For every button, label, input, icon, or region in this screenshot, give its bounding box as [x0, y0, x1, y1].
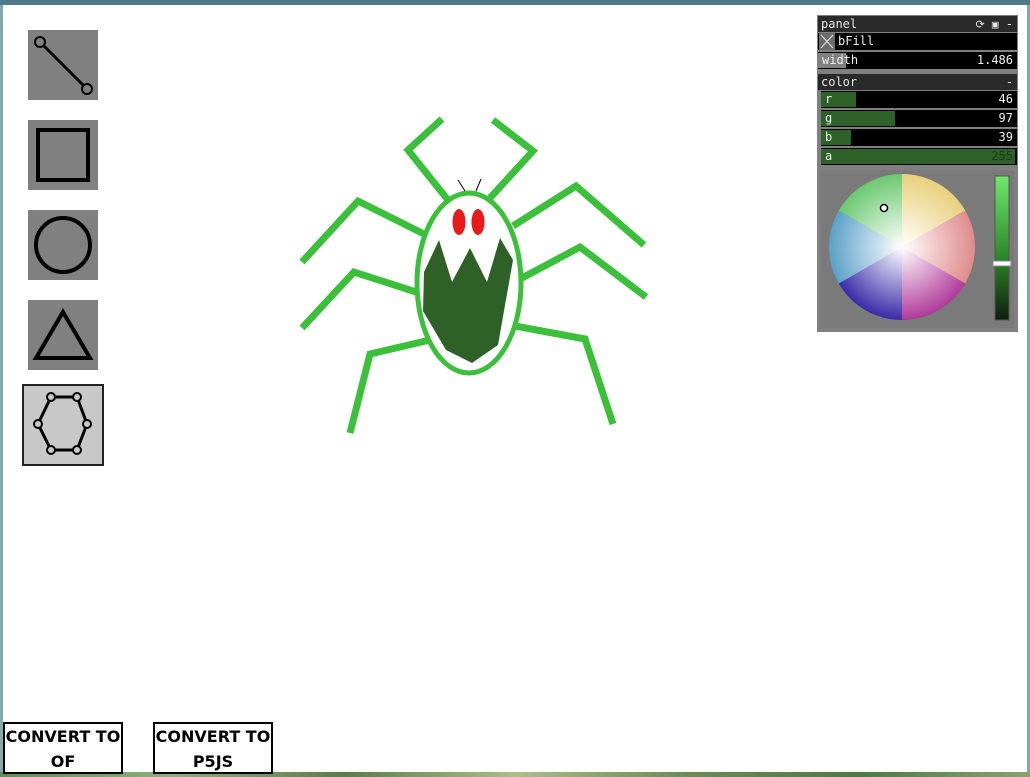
spider-left-leg-1 [299, 196, 426, 265]
convert-to-of-label: CONVERT TO OF [5, 727, 121, 771]
red-value: 46 [998, 92, 1013, 106]
spider-right-leg-3 [514, 322, 617, 426]
green-value: 97 [998, 111, 1013, 125]
width-label: width [822, 53, 859, 67]
panel-title: panel [821, 17, 858, 31]
color-picker [829, 174, 1012, 321]
minimize-icon[interactable]: - [1006, 17, 1013, 31]
polygon-tool-button[interactable] [22, 384, 104, 466]
color-wheel-handle[interactable] [879, 203, 889, 213]
checkbox-x-icon [820, 34, 834, 49]
circle-tool-button[interactable] [28, 210, 98, 280]
brightness-handle[interactable] [992, 260, 1012, 267]
circle-icon [34, 216, 92, 274]
green-slider[interactable]: g 97 [821, 110, 1017, 127]
line-icon [34, 36, 93, 95]
spider-antenna-right [475, 178, 482, 192]
line-tool-button[interactable] [28, 30, 98, 100]
convert-to-p5js-button[interactable]: CONVERT TO P5JS [153, 722, 273, 774]
convert-to-of-button[interactable]: CONVERT TO OF [3, 722, 123, 774]
brightness-bar[interactable] [994, 175, 1010, 321]
spider-left-leg-2 [299, 267, 418, 331]
width-slider[interactable]: width 1.486 [818, 52, 1017, 69]
color-wheel[interactable] [829, 174, 975, 320]
gui-panel: panel ⟳ ▣ - bFill width 1.486 color - r … [817, 15, 1018, 332]
fill-checkbox[interactable] [819, 33, 835, 50]
green-label: g [825, 111, 833, 125]
color-picker-area [821, 170, 1014, 328]
rectangle-icon [36, 128, 90, 182]
convert-to-p5js-label: CONVERT TO P5JS [155, 727, 271, 771]
alpha-value: 255 [991, 149, 1013, 163]
panel-header[interactable]: panel ⟳ ▣ - [818, 16, 1017, 32]
spider-front-left-arm [403, 116, 451, 203]
blue-value: 39 [998, 130, 1013, 144]
color-group-label: color [821, 75, 858, 89]
blue-label: b [825, 130, 833, 144]
spider-right-eye [471, 209, 485, 235]
refresh-icon[interactable]: ⟳ [975, 18, 984, 31]
spider-mouth [423, 238, 513, 363]
width-value: 1.486 [976, 53, 1013, 67]
alpha-slider[interactable]: a 255 [821, 148, 1017, 165]
triangle-icon [32, 308, 94, 360]
color-group-header[interactable]: color - [818, 74, 1017, 90]
color-group-toggle[interactable]: - [1006, 74, 1013, 90]
red-slider[interactable]: r 46 [821, 91, 1017, 108]
triangle-tool-button[interactable] [28, 300, 98, 370]
alpha-label: a [825, 149, 833, 163]
polygon-icon [33, 392, 92, 455]
spider-left-leg-3 [346, 336, 431, 434]
fill-toggle[interactable]: bFill [818, 33, 1017, 50]
spider-right-leg-2 [520, 242, 649, 300]
spider-left-eye [452, 209, 466, 235]
fill-label: bFill [838, 34, 875, 48]
save-icon[interactable]: ▣ [992, 18, 999, 31]
blue-slider[interactable]: b 39 [821, 129, 1017, 146]
spider-right-leg-1 [511, 181, 647, 248]
panel-header-controls: ⟳ ▣ - [975, 16, 1013, 33]
spider-antenna-left [457, 179, 466, 192]
spider-front-right-arm [487, 117, 539, 201]
red-label: r [825, 92, 833, 106]
rectangle-tool-button[interactable] [28, 120, 98, 190]
alpha-slider-fill [821, 149, 1015, 164]
